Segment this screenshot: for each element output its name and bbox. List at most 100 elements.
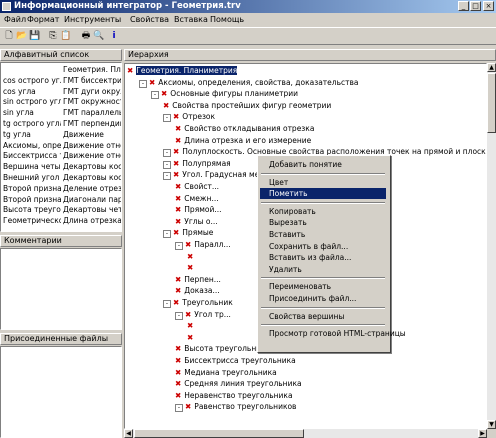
tree-node[interactable]: ✖ Прямой... — [175, 205, 221, 215]
tree-node[interactable]: ✖ Свойства простейших фигур геометрии — [163, 101, 331, 111]
tree-node[interactable]: - ✖ Равенство треугольников — [175, 402, 296, 413]
tree-node-label[interactable]: Прямой... — [184, 205, 221, 214]
alpha-item-left[interactable]: Второй признак... — [3, 184, 61, 193]
tree-node-label[interactable]: Треугольник — [182, 298, 232, 307]
tree-node-label[interactable]: Средняя линия треугольника — [184, 379, 301, 388]
scroll-left-button[interactable]: ◀ — [124, 429, 133, 438]
alpha-item-right[interactable]: Геометрия. Пла... — [63, 65, 121, 74]
tree-node[interactable]: ✖ Медиана треугольника — [175, 368, 277, 378]
menu-format[interactable]: Формат — [27, 15, 59, 24]
alpha-item-left[interactable]: Внешний угол т... — [3, 173, 61, 182]
tree-node[interactable]: ✖ Доказа... — [175, 286, 220, 296]
alpha-item-left[interactable]: sin острого угла — [3, 97, 61, 106]
alpha-item-right[interactable]: ГМТ биссектрисы — [63, 76, 121, 85]
context-menu-item[interactable]: Вырезать — [260, 217, 386, 228]
tree-node[interactable]: ✖ Геометрия. Планиметрия — [127, 66, 238, 76]
scroll-down-button[interactable]: ▼ — [487, 420, 496, 429]
alpha-item-right[interactable]: Длина отрезка ... — [63, 216, 121, 225]
tree-node-label[interactable]: Биссектрисса треугольника — [184, 356, 295, 365]
tree-node[interactable]: ✖ Свойство откладывания отрезка — [175, 124, 314, 134]
tree-node-label[interactable]: Основные фигуры планиметрии — [170, 89, 298, 98]
collapse-toggle-icon[interactable]: - — [163, 230, 171, 239]
tree-node[interactable]: ✖ — [187, 321, 196, 331]
preview-icon[interactable]: 🔍 — [93, 31, 105, 42]
alpha-item-right[interactable]: Движение отно... — [63, 141, 121, 150]
tree-node-label[interactable]: Свойства простейших фигур геометрии — [172, 101, 331, 110]
tree-node[interactable]: ✖ Смежн... — [175, 194, 219, 204]
maximize-button[interactable]: □ — [470, 1, 481, 11]
tree-node[interactable]: ✖ Длина отрезка и его измерение — [175, 136, 311, 146]
tree-node[interactable]: ✖ Углы о... — [175, 217, 218, 227]
context-menu-item[interactable]: Удалить — [260, 264, 386, 275]
tree-node-label[interactable]: Неравенство треугольника — [184, 391, 292, 400]
tree-node[interactable]: - ✖ Аксиомы, определения, свойства, доказа… — [139, 78, 359, 88]
alpha-item-left[interactable]: Геометрическо... — [3, 216, 61, 225]
tree-node-label[interactable]: Медиана треугольника — [184, 368, 276, 377]
tree-node[interactable]: - ✖ Отрезок — [163, 112, 215, 123]
tree-node[interactable]: - ✖ Прямые — [163, 228, 213, 239]
info-icon[interactable]: i — [108, 31, 120, 42]
horizontal-scrollbar[interactable]: ◀ ▶ — [124, 429, 487, 438]
collapse-toggle-icon[interactable]: - — [151, 91, 159, 100]
alpha-item-left[interactable]: tg острого угла — [3, 119, 61, 128]
collapse-toggle-icon[interactable]: - — [163, 160, 171, 169]
comments-area[interactable] — [0, 248, 122, 330]
new-icon[interactable]: 🗋 — [3, 31, 15, 42]
menu-insert[interactable]: Вставка — [174, 15, 208, 24]
minimize-button[interactable]: _ — [458, 1, 469, 11]
close-button[interactable]: × — [483, 1, 494, 11]
collapse-toggle-icon[interactable]: - — [163, 114, 171, 123]
collapse-toggle-icon[interactable]: - — [175, 242, 183, 250]
alpha-item-left[interactable]: Аксиомы, опред... — [3, 141, 61, 150]
context-menu-item[interactable]: Копировать — [260, 206, 386, 217]
tree-node-label[interactable]: Полупрямая — [182, 159, 230, 168]
tree-node-label[interactable]: Перпен... — [184, 275, 221, 284]
scroll-up-button[interactable]: ▲ — [487, 63, 496, 72]
alpha-item-left[interactable]: cos угла — [3, 87, 61, 96]
context-menu-item[interactable]: Добавить понятие — [260, 159, 386, 170]
print-icon[interactable]: 🖶 — [80, 31, 92, 42]
collapse-toggle-icon[interactable]: - — [163, 172, 171, 181]
context-menu-item[interactable]: Присоединить файл... — [260, 293, 386, 304]
alpha-list[interactable]: Геометрия. Пла...cos острого углаГМТ бис… — [0, 62, 122, 232]
alpha-item-right[interactable]: Движение — [63, 130, 121, 139]
alpha-item-right[interactable]: ГМТ перпендик... — [63, 119, 121, 128]
context-menu-item[interactable]: Вставить из файла... — [260, 252, 386, 263]
scroll-thumb[interactable] — [487, 73, 496, 133]
alpha-item-right[interactable]: Декартовы четы... — [63, 205, 121, 214]
alpha-item-left[interactable]: Высота треугол... — [3, 205, 61, 214]
tree-node[interactable]: - ✖ Угол. Градусная мера — [163, 170, 269, 181]
tree-node[interactable]: ✖ Высота треугольника — [175, 344, 270, 354]
tree-node-label[interactable]: Геометрия. Планиметрия — [136, 66, 238, 75]
tree-node[interactable]: - ✖ Основные фигуры планиметрии — [151, 89, 298, 100]
tree-node-label[interactable]: Доказа... — [184, 286, 219, 295]
tree-node-label[interactable]: Длина отрезка и его измерение — [184, 136, 311, 145]
context-menu-item[interactable]: Вставить — [260, 229, 386, 240]
alpha-item-left[interactable]: Биссектрисса т... — [3, 151, 61, 160]
tree-node-label[interactable]: Угол. Градусная мера — [182, 170, 268, 179]
tree-node-label[interactable]: Свойство откладывания отрезка — [184, 124, 314, 133]
tree-node-label[interactable]: Отрезок — [182, 112, 215, 121]
paste-icon[interactable]: 📋 — [60, 31, 72, 42]
save-icon[interactable]: 💾 — [29, 31, 41, 42]
alpha-item-right[interactable]: Деление отрезк... — [63, 184, 121, 193]
alpha-item-left[interactable]: Второй признак... — [3, 195, 61, 204]
alpha-item-right[interactable]: Диагонали пара... — [63, 195, 121, 204]
vertical-scrollbar[interactable]: ▲ ▼ — [487, 63, 496, 429]
tree-node[interactable]: ✖ — [187, 263, 196, 273]
attached-files-area[interactable] — [0, 346, 122, 438]
collapse-toggle-icon[interactable]: - — [163, 300, 171, 308]
tree-node[interactable]: ✖ — [187, 252, 196, 262]
menu-help[interactable]: Помощь — [210, 15, 244, 24]
alpha-item-left[interactable]: Вершина четыр... — [3, 162, 61, 171]
open-icon[interactable]: 📂 — [16, 31, 28, 42]
tree-node-label[interactable]: Смежн... — [184, 194, 218, 203]
copy-icon[interactable]: ⎘ — [47, 31, 59, 42]
alpha-item-right[interactable]: ГМТ параллель... — [63, 108, 121, 117]
tree-node[interactable]: ✖ Перпен... — [175, 275, 221, 285]
alpha-item-left[interactable]: sin угла — [3, 108, 61, 117]
tree-node[interactable]: - ✖ Треугольник — [163, 298, 233, 308]
context-menu-item[interactable]: Пометить — [260, 188, 386, 200]
alpha-item-left[interactable]: tg угла — [3, 130, 61, 139]
menu-properties[interactable]: Свойства — [130, 15, 169, 24]
